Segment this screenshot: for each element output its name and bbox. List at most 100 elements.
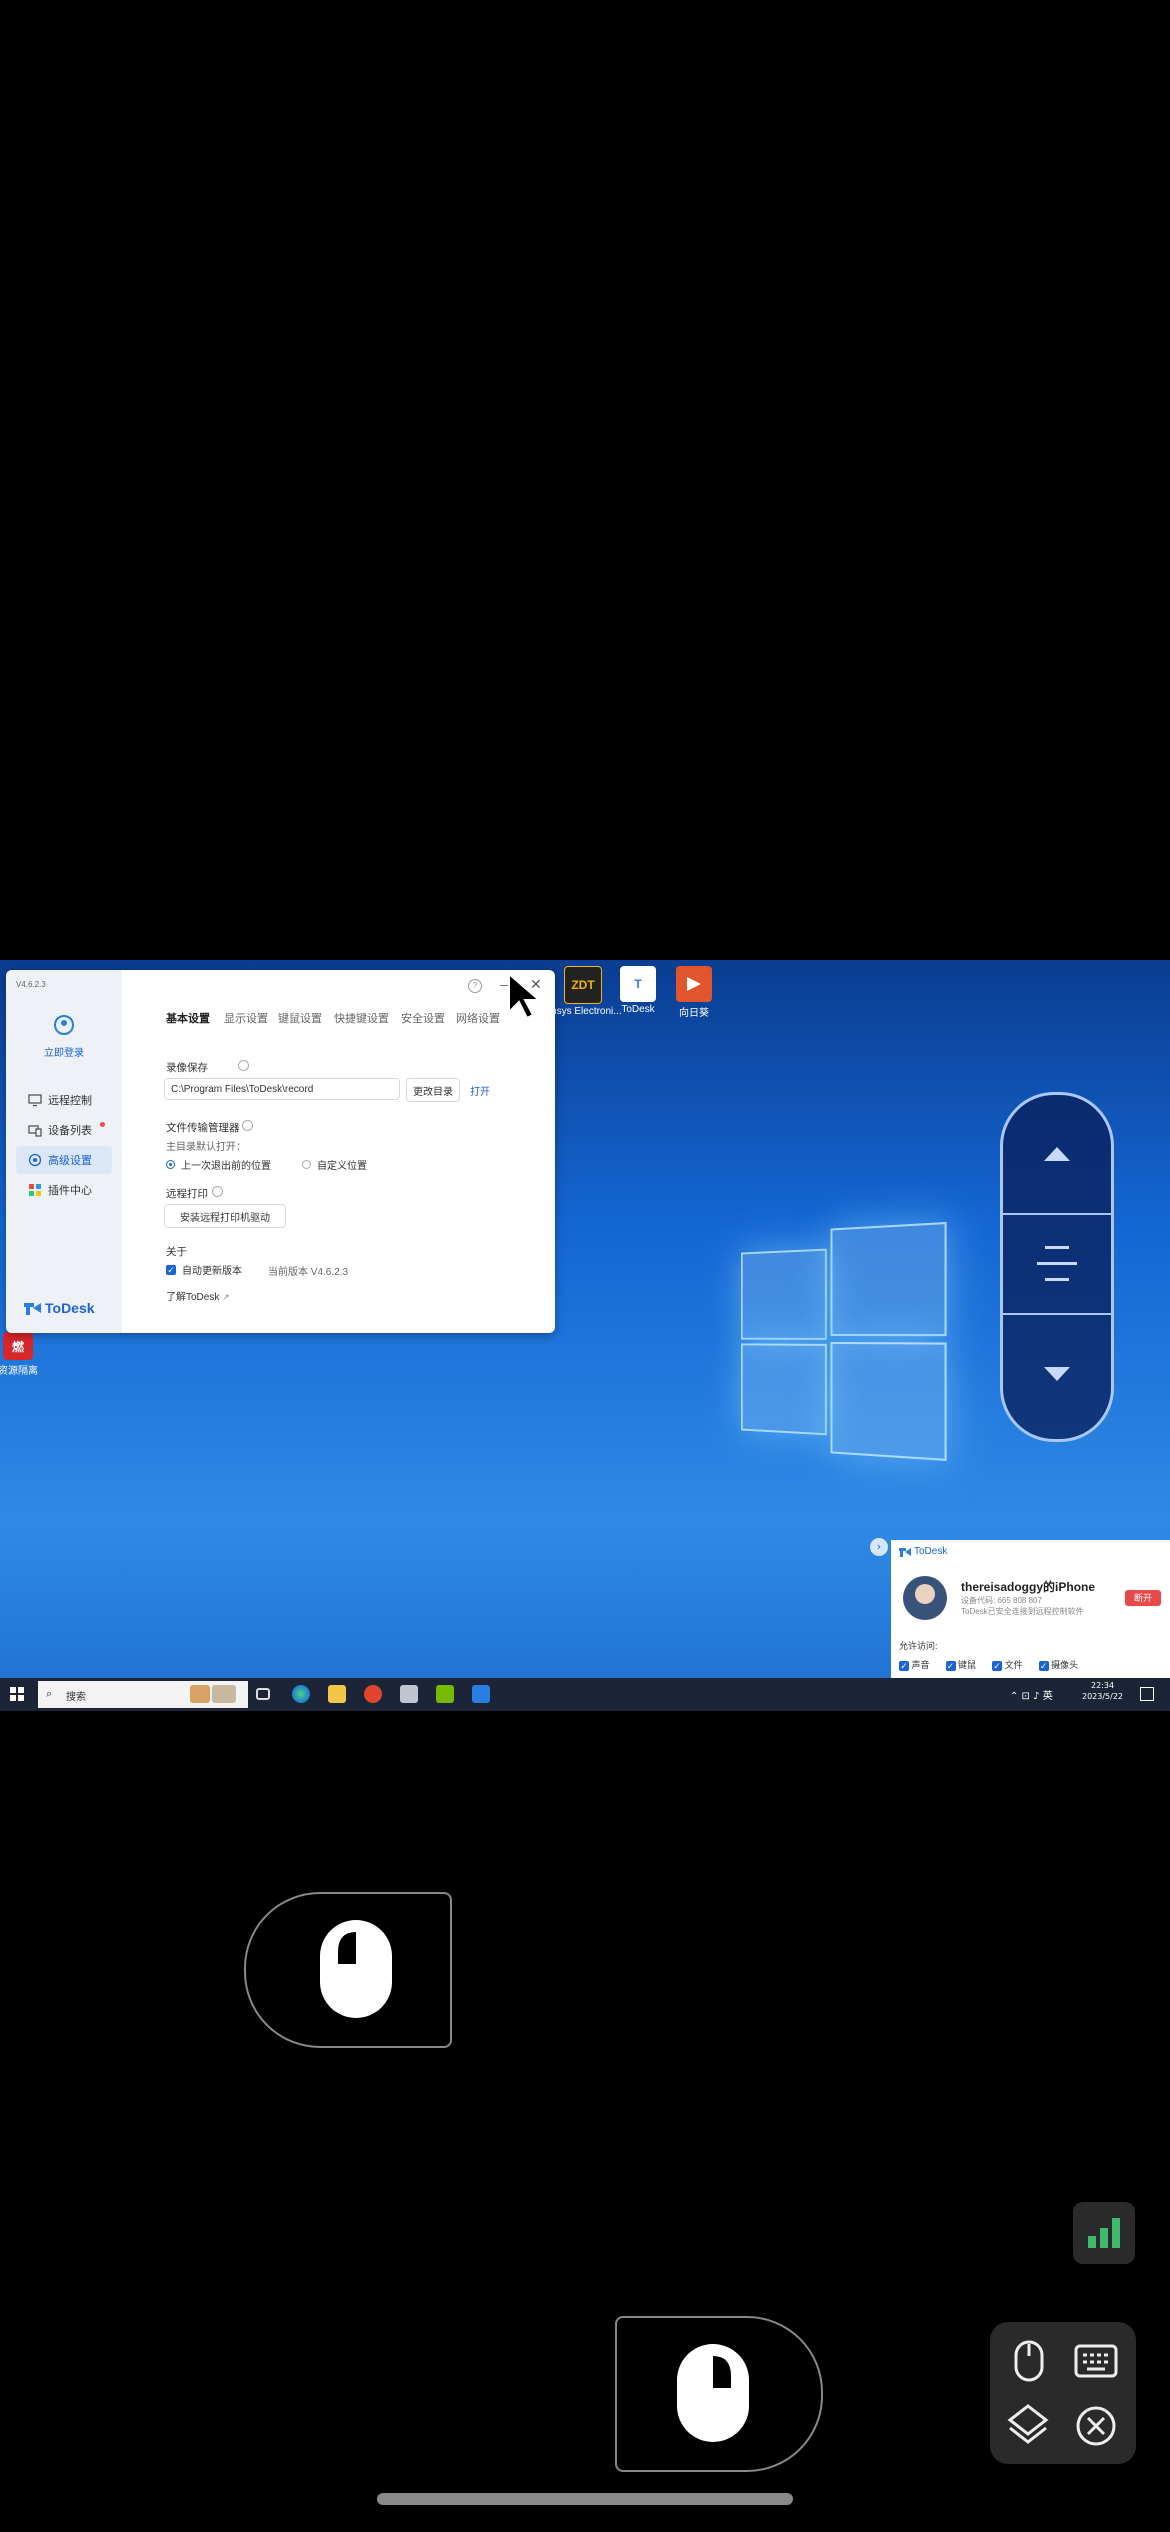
right-click-button[interactable] bbox=[615, 2316, 823, 2472]
monitor-icon bbox=[28, 1093, 42, 1107]
login-link[interactable]: 立即登录 bbox=[36, 1044, 92, 1059]
todesk-sidebar: V4.6.2.3 立即登录 远程控制 设备列表 高级设置 插件中心 ToDesk bbox=[6, 970, 122, 1333]
layers-button[interactable] bbox=[1002, 2398, 1054, 2450]
task-view-icon[interactable] bbox=[256, 1688, 270, 1700]
auto-update-checkbox[interactable]: ✓ 自动更新版本 bbox=[166, 1262, 242, 1277]
desktop-icon-sunlogin[interactable]: 向日葵 bbox=[654, 966, 734, 1019]
search-placeholder: 搜索 bbox=[66, 1692, 86, 1703]
perm-label: 键鼠 bbox=[958, 1660, 977, 1670]
sunlogin-icon bbox=[676, 966, 712, 1002]
radio-checked-icon bbox=[166, 1160, 175, 1169]
sidebar-item-plugin-center[interactable]: 插件中心 bbox=[16, 1176, 112, 1204]
input-method-label: 英 bbox=[1042, 1691, 1053, 1702]
help-icon[interactable] bbox=[212, 1186, 223, 1197]
file-explorer-icon[interactable] bbox=[328, 1685, 346, 1703]
desktop-icon-label: 资源隔离 bbox=[0, 1366, 38, 1377]
start-windows-icon[interactable] bbox=[10, 1687, 24, 1701]
notification-header: ToDesk bbox=[899, 1546, 947, 1557]
install-printer-button[interactable]: 安装远程打印机驱动 bbox=[164, 1204, 286, 1228]
help-icon[interactable]: ? bbox=[468, 979, 482, 993]
desktop-icon-left[interactable]: 燃 资源隔离 bbox=[0, 1332, 58, 1377]
radio-label: 自定义位置 bbox=[317, 1161, 367, 1172]
sidebar-item-label: 高级设置 bbox=[48, 1155, 92, 1167]
remote-desktop[interactable]: ZDT Ansys Electroni... T ToDesk 向日葵 燃 资源… bbox=[0, 960, 1170, 1711]
scroll-down-button[interactable] bbox=[1003, 1315, 1111, 1433]
user-avatar-icon[interactable] bbox=[54, 1015, 74, 1035]
record-title: 录像保存 bbox=[166, 1062, 208, 1074]
tray-icons[interactable]: ⌃ ⊡ ♪ 英 bbox=[1010, 1687, 1053, 1702]
mouse-icon bbox=[1014, 2340, 1044, 2382]
link-label: 了解ToDesk bbox=[166, 1292, 220, 1303]
todesk-taskbar-icon[interactable] bbox=[472, 1685, 490, 1703]
allow-label: 允许访问: bbox=[899, 1641, 938, 1651]
permission-list: ✓ 声音 ✓ 键鼠 ✓ 文件 ✓ 摄像头 bbox=[899, 1658, 1078, 1671]
sidebar-item-remote-control[interactable]: 远程控制 bbox=[16, 1086, 112, 1114]
scroll-drag-handle[interactable] bbox=[1003, 1215, 1111, 1313]
tab-shortcuts[interactable]: 快捷键设置 bbox=[334, 1010, 389, 1026]
mouse-mode-button[interactable] bbox=[1004, 2336, 1054, 2386]
current-version: 当前版本 V4.6.2.3 bbox=[268, 1267, 349, 1278]
collapse-icon[interactable]: › bbox=[870, 1538, 888, 1556]
sidebar-item-label: 远程控制 bbox=[48, 1095, 92, 1107]
search-highlight-icon bbox=[212, 1685, 236, 1703]
edge-browser-icon[interactable] bbox=[292, 1685, 310, 1703]
disconnect-button[interactable]: 断开 bbox=[1125, 1590, 1161, 1606]
todesk-brand: ToDesk bbox=[24, 1300, 95, 1316]
tab-keyboard-mouse[interactable]: 键鼠设置 bbox=[278, 1010, 322, 1026]
learn-todesk-link[interactable]: 了解ToDesk ↗ bbox=[166, 1288, 230, 1303]
sidebar-item-device-list[interactable]: 设备列表 bbox=[16, 1116, 112, 1144]
tab-network[interactable]: 网络设置 bbox=[456, 1010, 500, 1026]
perm-label: 文件 bbox=[1004, 1660, 1023, 1670]
record-path-input[interactable]: C:\Program Files\ToDesk\record bbox=[164, 1078, 400, 1100]
connection-desc: ToDesk已安全连接到远程控制软件 bbox=[961, 1607, 1084, 1616]
perm-keyboard-mouse[interactable]: ✓ 键鼠 bbox=[945, 1658, 977, 1671]
radio-last-position[interactable]: 上一次退出前的位置 bbox=[166, 1157, 271, 1172]
todesk-icon: T bbox=[620, 966, 656, 1002]
search-icon: ⌕ bbox=[46, 1687, 53, 1700]
perm-file[interactable]: ✓ 文件 bbox=[992, 1658, 1023, 1671]
sidebar-item-advanced-settings[interactable]: 高级设置 bbox=[16, 1146, 112, 1174]
app-icon[interactable] bbox=[364, 1685, 382, 1703]
checkbox-checked-icon: ✓ bbox=[166, 1264, 176, 1275]
sidebar-item-label: 设备列表 bbox=[48, 1125, 92, 1137]
connection-notification: ToDesk thereisadoggy的iPhone 设备代码: 665 80… bbox=[891, 1540, 1170, 1678]
help-icon[interactable] bbox=[242, 1120, 253, 1131]
notification-center-icon[interactable] bbox=[1140, 1687, 1154, 1701]
tab-display[interactable]: 显示设置 bbox=[224, 1010, 268, 1026]
desktop-icon-label: 向日葵 bbox=[679, 1008, 709, 1019]
external-link-icon: ↗ bbox=[222, 1292, 230, 1302]
home-indicator[interactable] bbox=[377, 2493, 793, 2505]
perm-label: 声音 bbox=[911, 1660, 930, 1670]
close-session-button[interactable] bbox=[1070, 2400, 1122, 2452]
checkbox-label: 自动更新版本 bbox=[182, 1266, 242, 1277]
perm-sound[interactable]: ✓ 声音 bbox=[899, 1658, 930, 1671]
taskbar-search[interactable]: ⌕ 搜索 bbox=[38, 1681, 248, 1708]
radio-custom-position[interactable]: 自定义位置 bbox=[302, 1157, 367, 1172]
app-icon: 燃 bbox=[3, 1332, 33, 1360]
change-dir-button[interactable]: 更改目录 bbox=[406, 1078, 460, 1102]
control-toolbar bbox=[990, 2322, 1136, 2464]
clock[interactable]: 22:34 2023/5/22 bbox=[1082, 1680, 1123, 1702]
chevron-down-icon bbox=[1044, 1367, 1070, 1381]
left-click-button[interactable] bbox=[244, 1892, 452, 2048]
mouse-cursor-icon bbox=[508, 972, 541, 1020]
nvidia-icon[interactable] bbox=[436, 1685, 454, 1703]
version-label: V4.6.2.3 bbox=[16, 980, 46, 989]
network-signal-button[interactable] bbox=[1073, 2202, 1135, 2264]
perm-label: 摄像头 bbox=[1051, 1660, 1079, 1670]
app-icon[interactable] bbox=[400, 1685, 418, 1703]
tab-security[interactable]: 安全设置 bbox=[401, 1010, 445, 1026]
checkbox-checked-icon: ✓ bbox=[1038, 1660, 1049, 1671]
open-link[interactable]: 打开 bbox=[470, 1083, 490, 1098]
signal-bars-icon bbox=[1088, 2218, 1120, 2248]
help-icon[interactable] bbox=[238, 1060, 249, 1071]
radio-unchecked-icon bbox=[302, 1160, 311, 1169]
tab-basic[interactable]: 基本设置 bbox=[166, 1010, 210, 1026]
keyboard-button[interactable] bbox=[1068, 2336, 1124, 2386]
taskbar: ⌕ 搜索 ⌃ ⊡ ♪ 英 22:34 2023/5/22 bbox=[0, 1678, 1170, 1711]
perm-camera[interactable]: ✓ 摄像头 bbox=[1038, 1658, 1079, 1671]
mouse-right-icon bbox=[677, 2344, 749, 2442]
about-title: 关于 bbox=[166, 1246, 187, 1258]
scroll-up-button[interactable] bbox=[1003, 1095, 1111, 1213]
drag-handle-icon bbox=[1037, 1246, 1077, 1281]
